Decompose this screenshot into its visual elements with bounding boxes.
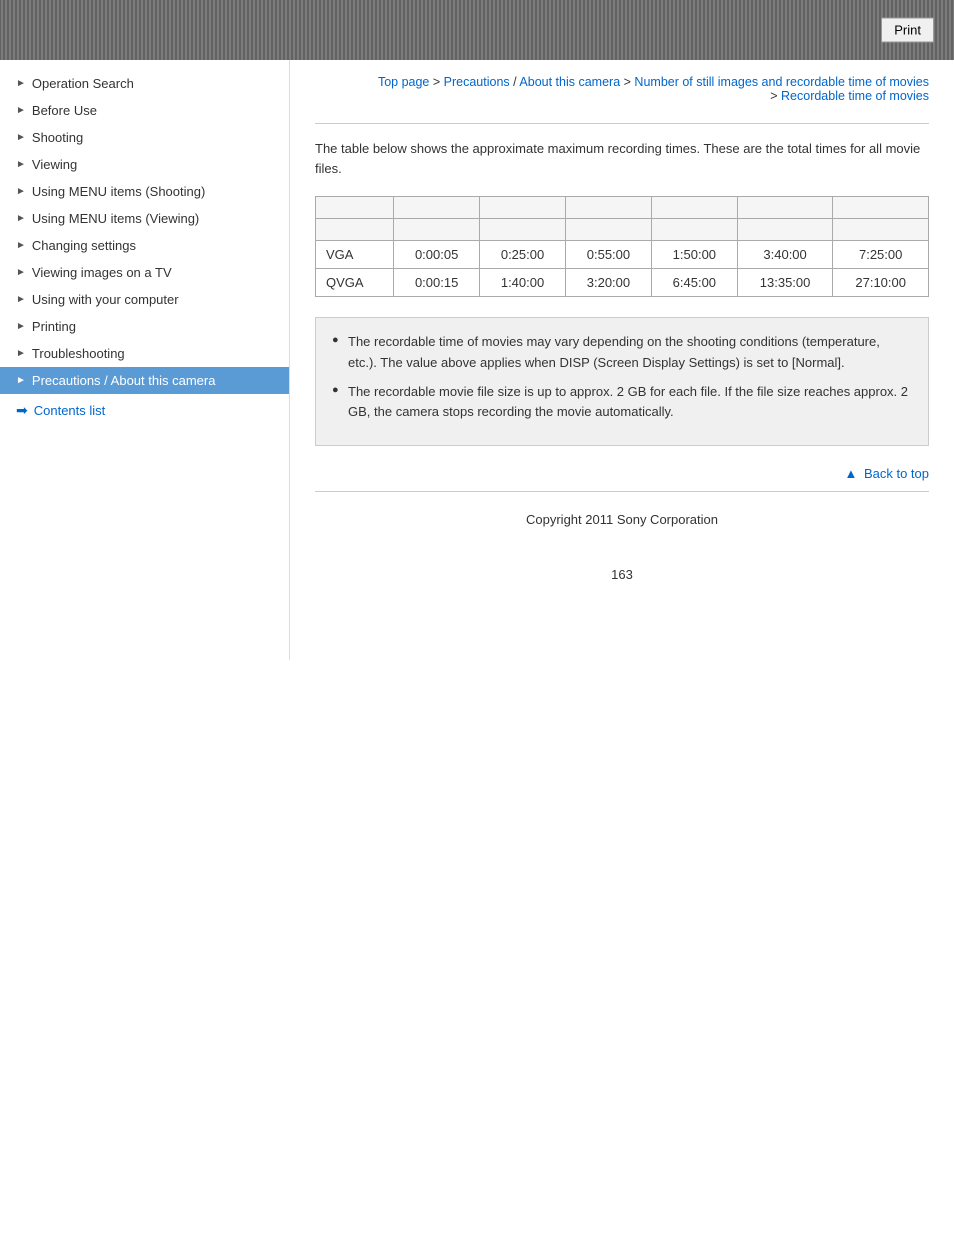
contents-list-icon: ➡ <box>16 402 28 419</box>
arrow-icon: ► <box>16 240 26 251</box>
sidebar-item-label: Viewing <box>32 157 77 172</box>
th-b-empty4 <box>565 219 651 241</box>
breadcrumb-number-still[interactable]: Number of still images and recordable ti… <box>634 75 929 89</box>
sidebar-item-label: Using MENU items (Viewing) <box>32 211 199 226</box>
table-cell-value: 0:55:00 <box>565 241 651 269</box>
contents-list-link[interactable]: ➡ Contents list <box>0 394 289 427</box>
data-table: VGA0:00:050:25:000:55:001:50:003:40:007:… <box>315 196 929 297</box>
th-empty1 <box>316 197 394 219</box>
note-item: The recordable movie file size is up to … <box>332 382 912 424</box>
table-row: VGA0:00:050:25:000:55:001:50:003:40:007:… <box>316 241 929 269</box>
sidebar-item-label: Using MENU items (Shooting) <box>32 184 205 199</box>
sidebar-item-label: Precautions / About this camera <box>32 373 216 388</box>
sidebar-item-troubleshooting[interactable]: ► Troubleshooting <box>0 340 289 367</box>
th-b-empty5 <box>651 219 737 241</box>
th-empty3 <box>480 197 566 219</box>
arrow-icon: ► <box>16 267 26 278</box>
sidebar-item-label: Viewing images on a TV <box>32 265 172 280</box>
sidebar-item-viewing-images-tv[interactable]: ► Viewing images on a TV <box>0 259 289 286</box>
breadcrumb-about-camera[interactable]: About this camera <box>519 75 620 89</box>
page-divider <box>315 123 929 124</box>
th-empty4 <box>565 197 651 219</box>
arrow-icon: ► <box>16 159 26 170</box>
arrow-icon: ► <box>16 294 26 305</box>
main-layout: ► Operation Search ► Before Use ► Shooting ► Vi… <box>0 60 954 660</box>
table-cell-value: 1:50:00 <box>651 241 737 269</box>
copyright-text: Copyright 2011 Sony Corporation <box>526 512 718 527</box>
sidebar-item-viewing[interactable]: ► Viewing <box>0 151 289 178</box>
page-number: 163 <box>315 567 929 582</box>
sidebar-item-shooting[interactable]: ► Shooting <box>0 124 289 151</box>
table-cell-value: 0:00:05 <box>394 241 480 269</box>
arrow-icon: ► <box>16 132 26 143</box>
sidebar-item-changing-settings[interactable]: ► Changing settings <box>0 232 289 259</box>
notes-box: The recordable time of movies may vary d… <box>315 317 929 446</box>
table-cell-value: 3:20:00 <box>565 269 651 297</box>
th-b-empty7 <box>833 219 929 241</box>
sidebar-item-using-menu-viewing[interactable]: ► Using MENU items (Viewing) <box>0 205 289 232</box>
arrow-icon: ► <box>16 213 26 224</box>
sidebar-item-using-computer[interactable]: ► Using with your computer <box>0 286 289 313</box>
back-to-top-link[interactable]: ▲ Back to top <box>844 466 929 481</box>
th-empty2 <box>394 197 480 219</box>
arrow-icon: ► <box>16 348 26 359</box>
table-cell-value: 0:25:00 <box>480 241 566 269</box>
sidebar-item-label: Troubleshooting <box>32 346 125 361</box>
sidebar: ► Operation Search ► Before Use ► Shooting ► Vi… <box>0 60 290 660</box>
sidebar-item-using-menu-shooting[interactable]: ► Using MENU items (Shooting) <box>0 178 289 205</box>
note-item: The recordable time of movies may vary d… <box>332 332 912 374</box>
th-empty7 <box>833 197 929 219</box>
table-cell-value: 1:40:00 <box>480 269 566 297</box>
breadcrumb-top-page[interactable]: Top page <box>378 75 429 89</box>
arrow-icon: ► <box>16 321 26 332</box>
footer: Copyright 2011 Sony Corporation <box>315 502 929 547</box>
sidebar-item-before-use[interactable]: ► Before Use <box>0 97 289 124</box>
header-bar: Print <box>0 0 954 60</box>
sidebar-item-label: Using with your computer <box>32 292 179 307</box>
table-header-row-top <box>316 197 929 219</box>
table-cell-value: 0:00:15 <box>394 269 480 297</box>
content-area: Top page > Precautions / About this came… <box>290 60 954 660</box>
breadcrumb: Top page > Precautions / About this came… <box>315 75 929 103</box>
sidebar-item-label: Before Use <box>32 103 97 118</box>
table-cell-format: QVGA <box>316 269 394 297</box>
table-cell-value: 7:25:00 <box>833 241 929 269</box>
arrow-icon: ► <box>16 186 26 197</box>
th-b-empty1 <box>316 219 394 241</box>
arrow-icon: ► <box>16 105 26 116</box>
table-cell-value: 27:10:00 <box>833 269 929 297</box>
table-cell-value: 6:45:00 <box>651 269 737 297</box>
th-b-empty2 <box>394 219 480 241</box>
sidebar-item-label: Changing settings <box>32 238 136 253</box>
back-to-top-label: Back to top <box>864 466 929 481</box>
arrow-icon: ► <box>16 375 26 386</box>
table-row: QVGA0:00:151:40:003:20:006:45:0013:35:00… <box>316 269 929 297</box>
table-cell-format: VGA <box>316 241 394 269</box>
sidebar-item-label: Printing <box>32 319 76 334</box>
th-b-empty6 <box>737 219 833 241</box>
arrow-icon: ► <box>16 78 26 89</box>
sidebar-item-operation-search[interactable]: ► Operation Search <box>0 70 289 97</box>
th-empty5 <box>651 197 737 219</box>
th-empty6 <box>737 197 833 219</box>
intro-text: The table below shows the approximate ma… <box>315 139 929 178</box>
table-header-row-bottom <box>316 219 929 241</box>
sidebar-item-label: Shooting <box>32 130 83 145</box>
breadcrumb-recordable-time[interactable]: Recordable time of movies <box>781 89 929 103</box>
sidebar-item-printing[interactable]: ► Printing <box>0 313 289 340</box>
sidebar-item-precautions[interactable]: ► Precautions / About this camera <box>0 367 289 394</box>
sidebar-item-label: Operation Search <box>32 76 134 91</box>
contents-list-label: Contents list <box>34 403 106 418</box>
th-b-empty3 <box>480 219 566 241</box>
table-cell-value: 13:35:00 <box>737 269 833 297</box>
table-cell-value: 3:40:00 <box>737 241 833 269</box>
breadcrumb-precautions[interactable]: Precautions <box>444 75 510 89</box>
print-button[interactable]: Print <box>881 18 934 43</box>
footer-divider <box>315 491 929 492</box>
back-to-top: ▲ Back to top <box>315 466 929 481</box>
back-to-top-icon: ▲ <box>844 466 857 481</box>
